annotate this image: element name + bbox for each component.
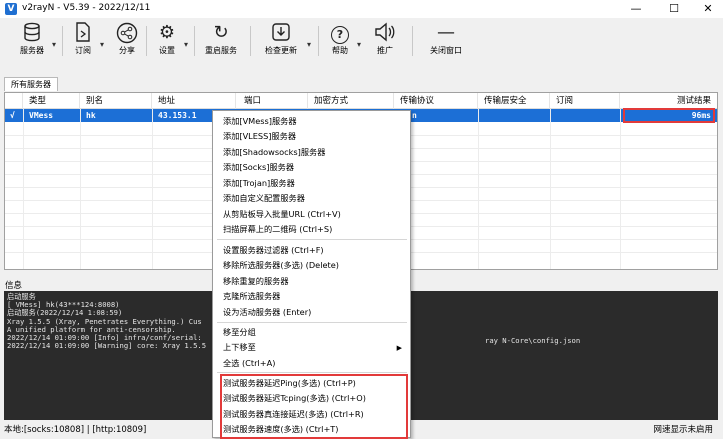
check-update-label: 检查更新 (265, 46, 297, 55)
window-title: v2rayN - V5.39 - 2022/12/11 (22, 3, 151, 13)
column-header-test-result[interactable]: 测试结果 (620, 93, 717, 109)
menu-separator (217, 322, 407, 323)
column-header-alias[interactable]: 别名 (80, 93, 152, 109)
download-icon (258, 22, 304, 44)
promote-label: 推广 (377, 46, 393, 55)
toolbar-separator (318, 26, 319, 56)
toolbar-separator (194, 26, 195, 56)
row-address: 43.153.1 (158, 111, 197, 120)
settings-button[interactable]: ⚙ 设置 (152, 20, 182, 60)
restart-service-button[interactable]: ↻ 重启服务 (200, 20, 242, 60)
row-check-icon: √ (10, 111, 15, 120)
grid-line (550, 109, 551, 269)
grid-line (23, 109, 24, 269)
subscription-label: 订阅 (75, 46, 91, 55)
tab-all-servers[interactable]: 所有服务器 (4, 77, 58, 91)
toolbar-separator (146, 26, 147, 56)
servers-dropdown-icon[interactable]: ▾ (52, 40, 56, 49)
share-icon (112, 22, 142, 44)
gear-icon: ⚙ (158, 22, 176, 43)
menu-item-scan-qr[interactable]: 扫描屏幕上的二维码 (Ctrl+S) (223, 222, 332, 237)
servers-button[interactable]: 服务器 (14, 20, 50, 60)
toolbar-separator (412, 26, 413, 56)
document-arrow-icon (68, 22, 98, 44)
check-update-dropdown-icon[interactable]: ▾ (307, 40, 311, 49)
grid-line (152, 109, 153, 269)
tab-strip: 所有服务器 (0, 62, 723, 91)
database-icon (14, 22, 50, 44)
share-label: 分享 (119, 46, 135, 55)
menu-item-add-trojan[interactable]: 添加[Trojan]服务器 (223, 176, 295, 191)
menu-item-remove-duplicates[interactable]: 移除重复的服务器 (223, 274, 289, 289)
menu-item-add-shadowsocks[interactable]: 添加[Shadowsocks]服务器 (223, 145, 325, 160)
menu-separator (217, 239, 407, 240)
maximize-button[interactable]: ☐ (656, 0, 692, 18)
settings-label: 设置 (159, 46, 175, 55)
settings-dropdown-icon[interactable]: ▾ (184, 40, 188, 49)
info-label: 信息 (5, 281, 23, 291)
menu-item-select-all[interactable]: 全选 (Ctrl+A) (223, 356, 275, 371)
close-window-button[interactable]: — 关闭窗口 (424, 20, 468, 60)
menu-item-add-vmess[interactable]: 添加[VMess]服务器 (223, 114, 297, 129)
toolbar-separator (62, 26, 63, 56)
menu-item-clone-server[interactable]: 克隆所选服务器 (223, 289, 280, 304)
menu-item-set-active[interactable]: 设为活动服务器 (Enter) (223, 305, 311, 320)
column-header-check[interactable] (5, 93, 23, 109)
toolbar-separator (250, 26, 251, 56)
check-update-button[interactable]: 检查更新 (258, 20, 304, 60)
menu-item-move-to-group[interactable]: 移至分组 (223, 325, 256, 340)
servers-label: 服务器 (20, 46, 44, 55)
minus-icon: — (437, 22, 455, 43)
title-bar: V v2rayN - V5.39 - 2022/12/11 — ☐ ✕ (0, 0, 723, 18)
table-header: 类型 别名 地址 端口 加密方式 传输协议 传输层安全 订阅 测试结果 (5, 93, 717, 109)
speed-display-status: 网速显示未启用 (653, 425, 713, 435)
close-window-label: 关闭窗口 (430, 46, 462, 55)
column-header-subscription[interactable]: 订阅 (550, 93, 620, 109)
column-header-network[interactable]: 传输协议 (394, 93, 478, 109)
menu-item-import-clipboard[interactable]: 从剪贴板导入批量URL (Ctrl+V) (223, 207, 341, 222)
row-network: n (412, 111, 417, 120)
subscription-dropdown-icon[interactable]: ▾ (100, 40, 104, 49)
help-dropdown-icon[interactable]: ▾ (357, 40, 361, 49)
local-ports-status: 本地:[socks:10808] | [http:10809] (4, 425, 147, 435)
column-header-tls[interactable]: 传输层安全 (478, 93, 550, 109)
column-header-type[interactable]: 类型 (23, 93, 80, 109)
test-result-highlight-box (623, 108, 715, 123)
share-button[interactable]: 分享 (112, 20, 142, 60)
test-items-highlight-box (220, 374, 408, 439)
menu-item-add-custom[interactable]: 添加自定义配置服务器 (223, 191, 305, 206)
column-header-security[interactable]: 加密方式 (308, 93, 394, 109)
subscription-button[interactable]: 订阅 (68, 20, 98, 60)
context-menu: 添加[VMess]服务器 添加[VLESS]服务器 添加[Shadowsocks… (212, 110, 411, 439)
submenu-arrow-icon: ▶ (396, 344, 402, 352)
toolbar: 服务器 ▾ 订阅 ▾ 分享 ⚙ 设置 ▾ ↻ 重启服务 检查更新 ▾ ? 帮助 … (0, 18, 723, 62)
grid-line (620, 109, 621, 269)
grid-line (80, 109, 81, 269)
grid-line (478, 109, 479, 269)
app-logo-icon: V (5, 3, 17, 15)
help-button[interactable]: ? 帮助 (326, 20, 354, 60)
question-icon: ? (326, 22, 354, 44)
speaker-icon (370, 22, 400, 44)
help-label: 帮助 (332, 46, 348, 55)
log-line-tail: ray N-Core\config.json (485, 336, 581, 345)
column-header-address[interactable]: 地址 (152, 93, 236, 109)
menu-separator (217, 372, 407, 373)
column-header-port[interactable]: 端口 (236, 93, 308, 109)
refresh-icon: ↻ (213, 22, 229, 43)
menu-item-add-socks[interactable]: 添加[Socks]服务器 (223, 160, 294, 175)
row-type: VMess (29, 111, 54, 120)
close-button[interactable]: ✕ (690, 0, 723, 18)
menu-item-add-vless[interactable]: 添加[VLESS]服务器 (223, 129, 296, 144)
restart-service-label: 重启服务 (205, 46, 237, 55)
menu-item-move-up-down[interactable]: 上下移至 (223, 340, 256, 355)
row-alias: hk (86, 111, 96, 120)
minimize-button[interactable]: — (618, 0, 654, 18)
menu-item-set-filter[interactable]: 设置服务器过滤器 (Ctrl+F) (223, 243, 324, 258)
promote-button[interactable]: 推广 (370, 20, 400, 60)
menu-item-remove-selected[interactable]: 移除所选服务器(多选) (Delete) (223, 258, 339, 273)
